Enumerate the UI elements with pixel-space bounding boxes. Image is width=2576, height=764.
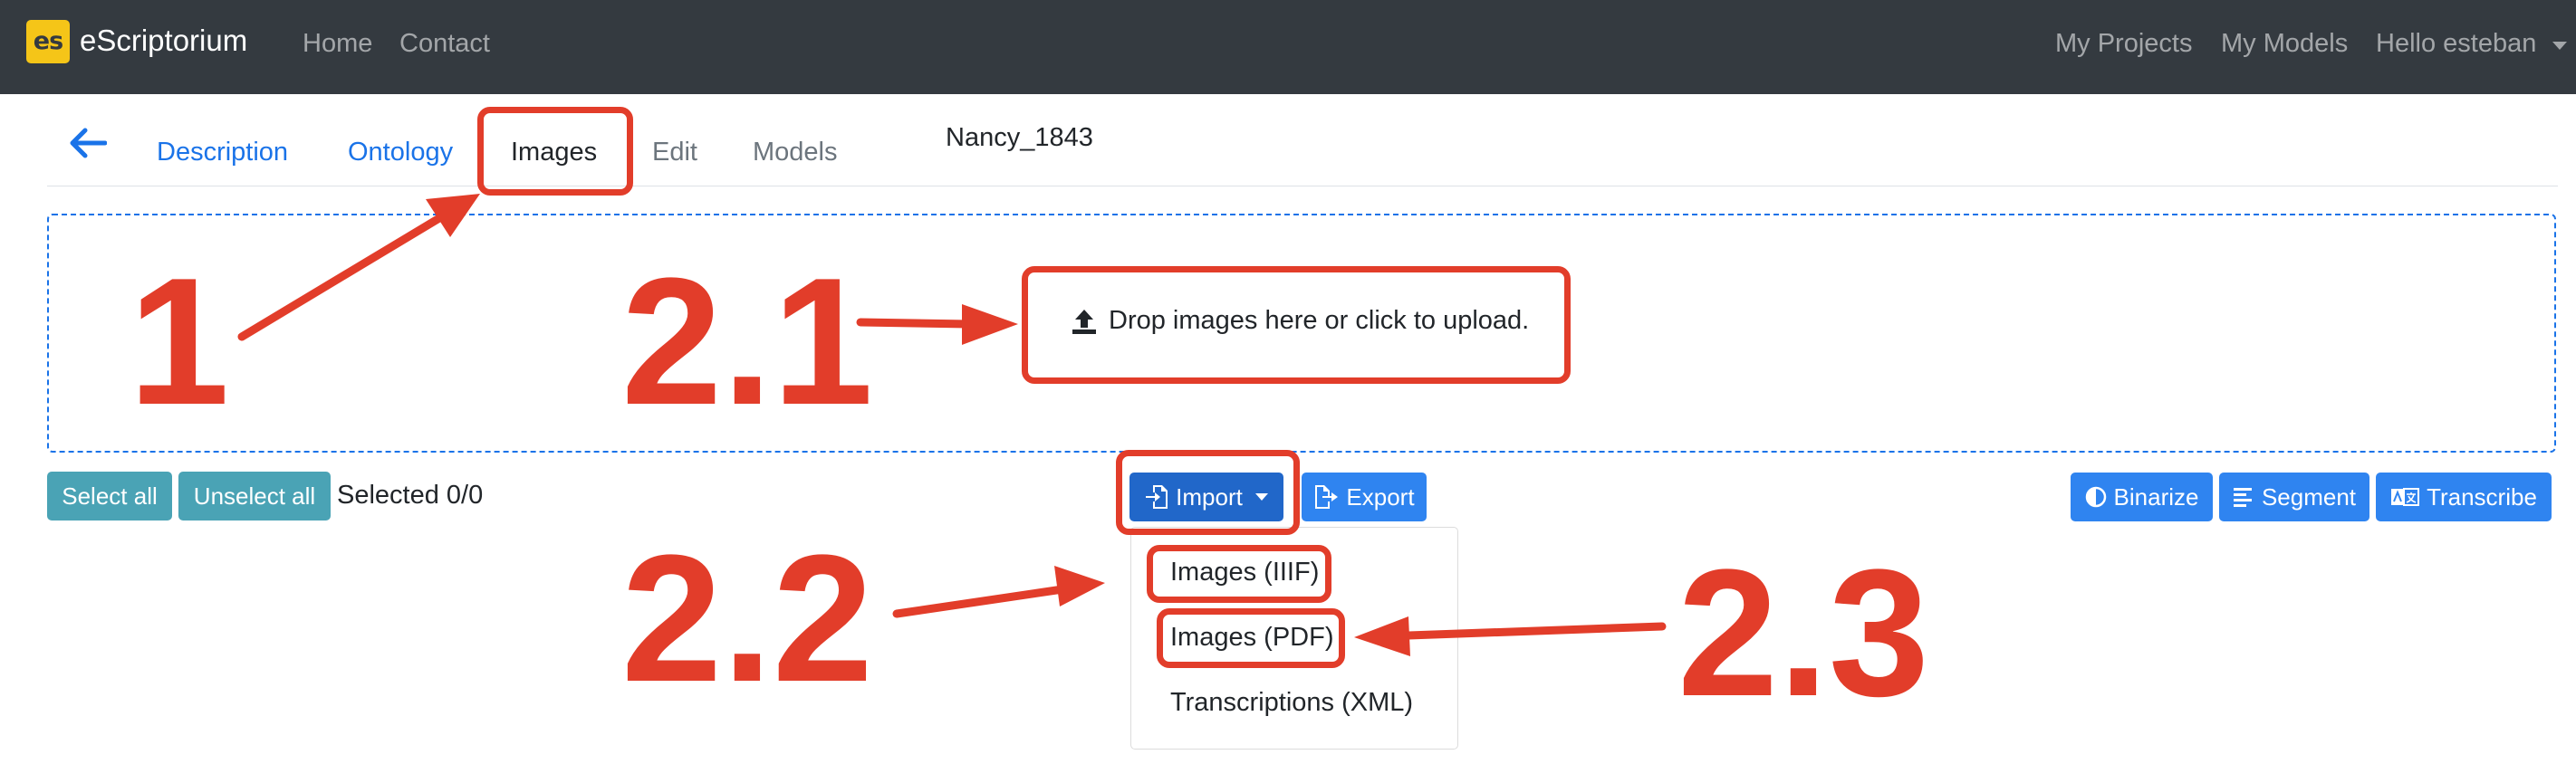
arrow-1-head [426, 194, 480, 237]
arrow-1 [237, 205, 457, 341]
arrow-2-2 [892, 584, 1073, 618]
annotation-label-1: 1 [129, 241, 230, 443]
arrow-2-2-head [1054, 566, 1105, 606]
annotation-label-2-1: 2.1 [621, 241, 874, 443]
arrow-2-3 [1404, 622, 1667, 640]
annotation-label-2-2: 2.2 [621, 518, 874, 720]
annotation-arrows [237, 194, 1667, 656]
arrow-2-1 [856, 318, 974, 329]
arrow-2-1-head [962, 304, 1018, 345]
annotation-label-2-3: 2.3 [1677, 532, 1930, 734]
arrow-2-3-head [1354, 616, 1410, 656]
